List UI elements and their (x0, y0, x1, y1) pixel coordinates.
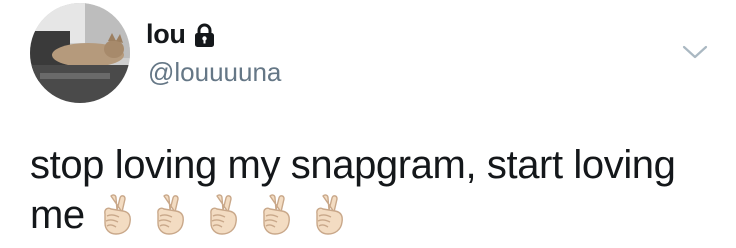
tweet-text-word: me (30, 193, 85, 237)
avatar[interactable] (30, 3, 130, 103)
avatar-cat-photo (30, 3, 130, 103)
tweet-menu-button[interactable] (680, 40, 710, 64)
tweet-card: lou @louuuuna stop loving my snapgram, s… (0, 0, 736, 245)
emoji-row (97, 192, 349, 236)
crossed-fingers-icon (256, 192, 296, 236)
user-handle[interactable]: @louuuuna (148, 56, 281, 88)
crossed-fingers-icon (203, 192, 243, 236)
chevron-down-icon (682, 45, 708, 59)
crossed-fingers-icon (150, 192, 190, 236)
tweet-text: stop loving my snapgram, start loving me (30, 140, 710, 240)
crossed-fingers-icon (309, 192, 349, 236)
author-name-row: lou (146, 18, 215, 50)
display-name[interactable]: lou (146, 18, 186, 50)
tweet-text-line: stop loving my snapgram, start loving (30, 143, 676, 187)
crossed-fingers-icon (97, 192, 137, 236)
tweet-text-line-2: me (30, 190, 710, 240)
lock-icon (194, 23, 215, 48)
